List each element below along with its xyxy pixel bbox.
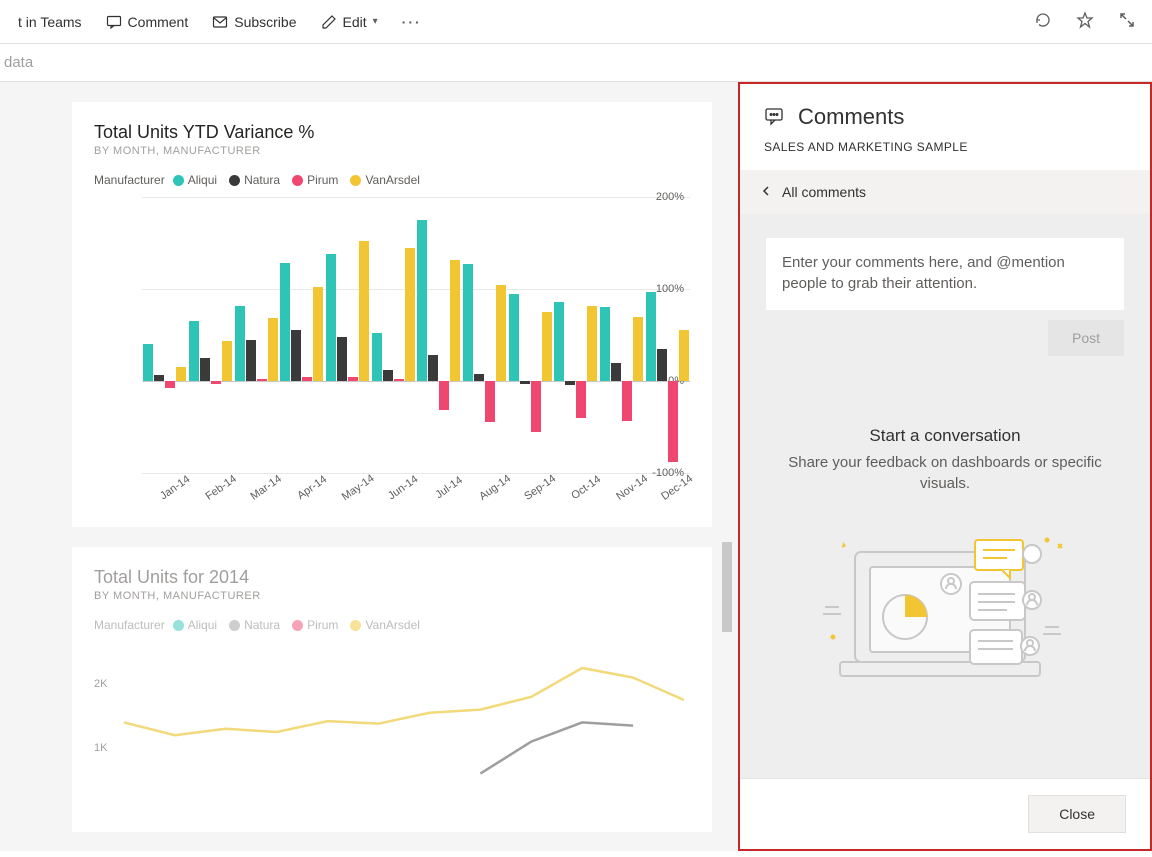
legend-label: Manufacturer bbox=[94, 173, 165, 187]
empty-state-description: Share your feedback on dashboards or spe… bbox=[766, 452, 1124, 494]
comments-subtitle: SALES AND MARKETING SAMPLE bbox=[764, 140, 1126, 154]
chart1-title: Total Units YTD Variance % bbox=[94, 122, 690, 143]
dot-icon bbox=[350, 175, 361, 186]
dot-icon bbox=[229, 175, 240, 186]
dot-icon bbox=[173, 175, 184, 186]
units-chart-card[interactable]: Total Units for 2014 BY MONTH, MANUFACTU… bbox=[72, 547, 712, 832]
subscribe-label: Subscribe bbox=[234, 14, 296, 30]
chart2-legend: Manufacturer Aliqui Natura Pirum VanArsd… bbox=[94, 618, 690, 632]
edit-label: Edit bbox=[343, 14, 367, 30]
legend-aliqui[interactable]: Aliqui bbox=[173, 618, 217, 632]
comment-button[interactable]: Comment bbox=[96, 8, 199, 36]
close-button[interactable]: Close bbox=[1028, 795, 1126, 833]
comment-label: Comment bbox=[128, 14, 189, 30]
chevron-left-icon bbox=[760, 184, 772, 200]
empty-illustration-icon bbox=[815, 522, 1075, 695]
favorite-button[interactable] bbox=[1068, 3, 1102, 40]
chevron-down-icon: ▾ bbox=[373, 16, 378, 27]
edit-button[interactable]: Edit ▾ bbox=[311, 8, 388, 36]
toolbar-left: t in Teams Comment Subscribe Edit ▾ ··· bbox=[8, 8, 432, 36]
dot-icon bbox=[350, 620, 361, 631]
dot-icon bbox=[229, 620, 240, 631]
comment-icon bbox=[106, 14, 122, 30]
main-dashboard-area: Total Units YTD Variance % BY MONTH, MAN… bbox=[0, 82, 738, 851]
comment-placeholder: Enter your comments here, and @mention p… bbox=[782, 254, 1065, 292]
comments-title: Comments bbox=[798, 104, 904, 130]
chart1-subtitle: BY MONTH, MANUFACTURER bbox=[94, 145, 690, 157]
chat-in-teams-button[interactable]: t in Teams bbox=[8, 8, 92, 36]
comment-input[interactable]: Enter your comments here, and @mention p… bbox=[766, 238, 1124, 310]
legend-natura[interactable]: Natura bbox=[229, 618, 280, 632]
toolbar-right bbox=[1026, 3, 1144, 40]
all-comments-label: All comments bbox=[782, 184, 866, 200]
chart2-subtitle: BY MONTH, MANUFACTURER bbox=[94, 590, 690, 602]
legend-natura[interactable]: Natura bbox=[229, 173, 280, 187]
more-options-button[interactable]: ··· bbox=[392, 8, 432, 36]
chart1-plot: -100%0%100%200%Jan-14Feb-14Mar-14Apr-14M… bbox=[94, 197, 690, 507]
legend-vanarsdel[interactable]: VanArsdel bbox=[350, 173, 419, 187]
legend-vanarsdel[interactable]: VanArsdel bbox=[350, 618, 419, 632]
search-placeholder-text: data bbox=[4, 54, 33, 71]
variance-chart-card[interactable]: Total Units YTD Variance % BY MONTH, MAN… bbox=[72, 102, 712, 527]
chart2-title: Total Units for 2014 bbox=[94, 567, 690, 588]
fullscreen-button[interactable] bbox=[1110, 3, 1144, 40]
post-row: Post bbox=[766, 320, 1124, 356]
all-comments-back-button[interactable]: All comments bbox=[740, 170, 1150, 214]
dot-icon bbox=[173, 620, 184, 631]
dot-icon bbox=[292, 620, 303, 631]
scrollbar[interactable] bbox=[722, 542, 732, 632]
refresh-button[interactable] bbox=[1026, 3, 1060, 40]
search-bar[interactable]: data bbox=[0, 44, 1152, 82]
chart1-legend: Manufacturer Aliqui Natura Pirum VanArsd… bbox=[94, 173, 690, 187]
top-toolbar: t in Teams Comment Subscribe Edit ▾ ··· bbox=[0, 0, 1152, 44]
teams-label: t in Teams bbox=[18, 14, 82, 30]
comments-footer: Close bbox=[740, 778, 1150, 849]
comments-header: Comments SALES AND MARKETING SAMPLE bbox=[740, 84, 1150, 170]
comment-bubble-icon bbox=[764, 106, 784, 129]
legend-pirum[interactable]: Pirum bbox=[292, 173, 338, 187]
dot-icon bbox=[292, 175, 303, 186]
chart2-plot: 1K2K bbox=[94, 652, 690, 812]
comments-panel: Comments SALES AND MARKETING SAMPLE All … bbox=[738, 82, 1152, 851]
mail-icon bbox=[212, 14, 228, 30]
legend-label: Manufacturer bbox=[94, 618, 165, 632]
empty-state-title: Start a conversation bbox=[766, 426, 1124, 446]
pencil-icon bbox=[321, 14, 337, 30]
empty-state: Start a conversation Share your feedback… bbox=[766, 426, 1124, 695]
legend-pirum[interactable]: Pirum bbox=[292, 618, 338, 632]
post-button[interactable]: Post bbox=[1048, 320, 1124, 356]
content-wrap: Total Units YTD Variance % BY MONTH, MAN… bbox=[0, 82, 1152, 851]
comments-body: Enter your comments here, and @mention p… bbox=[740, 214, 1150, 778]
subscribe-button[interactable]: Subscribe bbox=[202, 8, 306, 36]
legend-aliqui[interactable]: Aliqui bbox=[173, 173, 217, 187]
